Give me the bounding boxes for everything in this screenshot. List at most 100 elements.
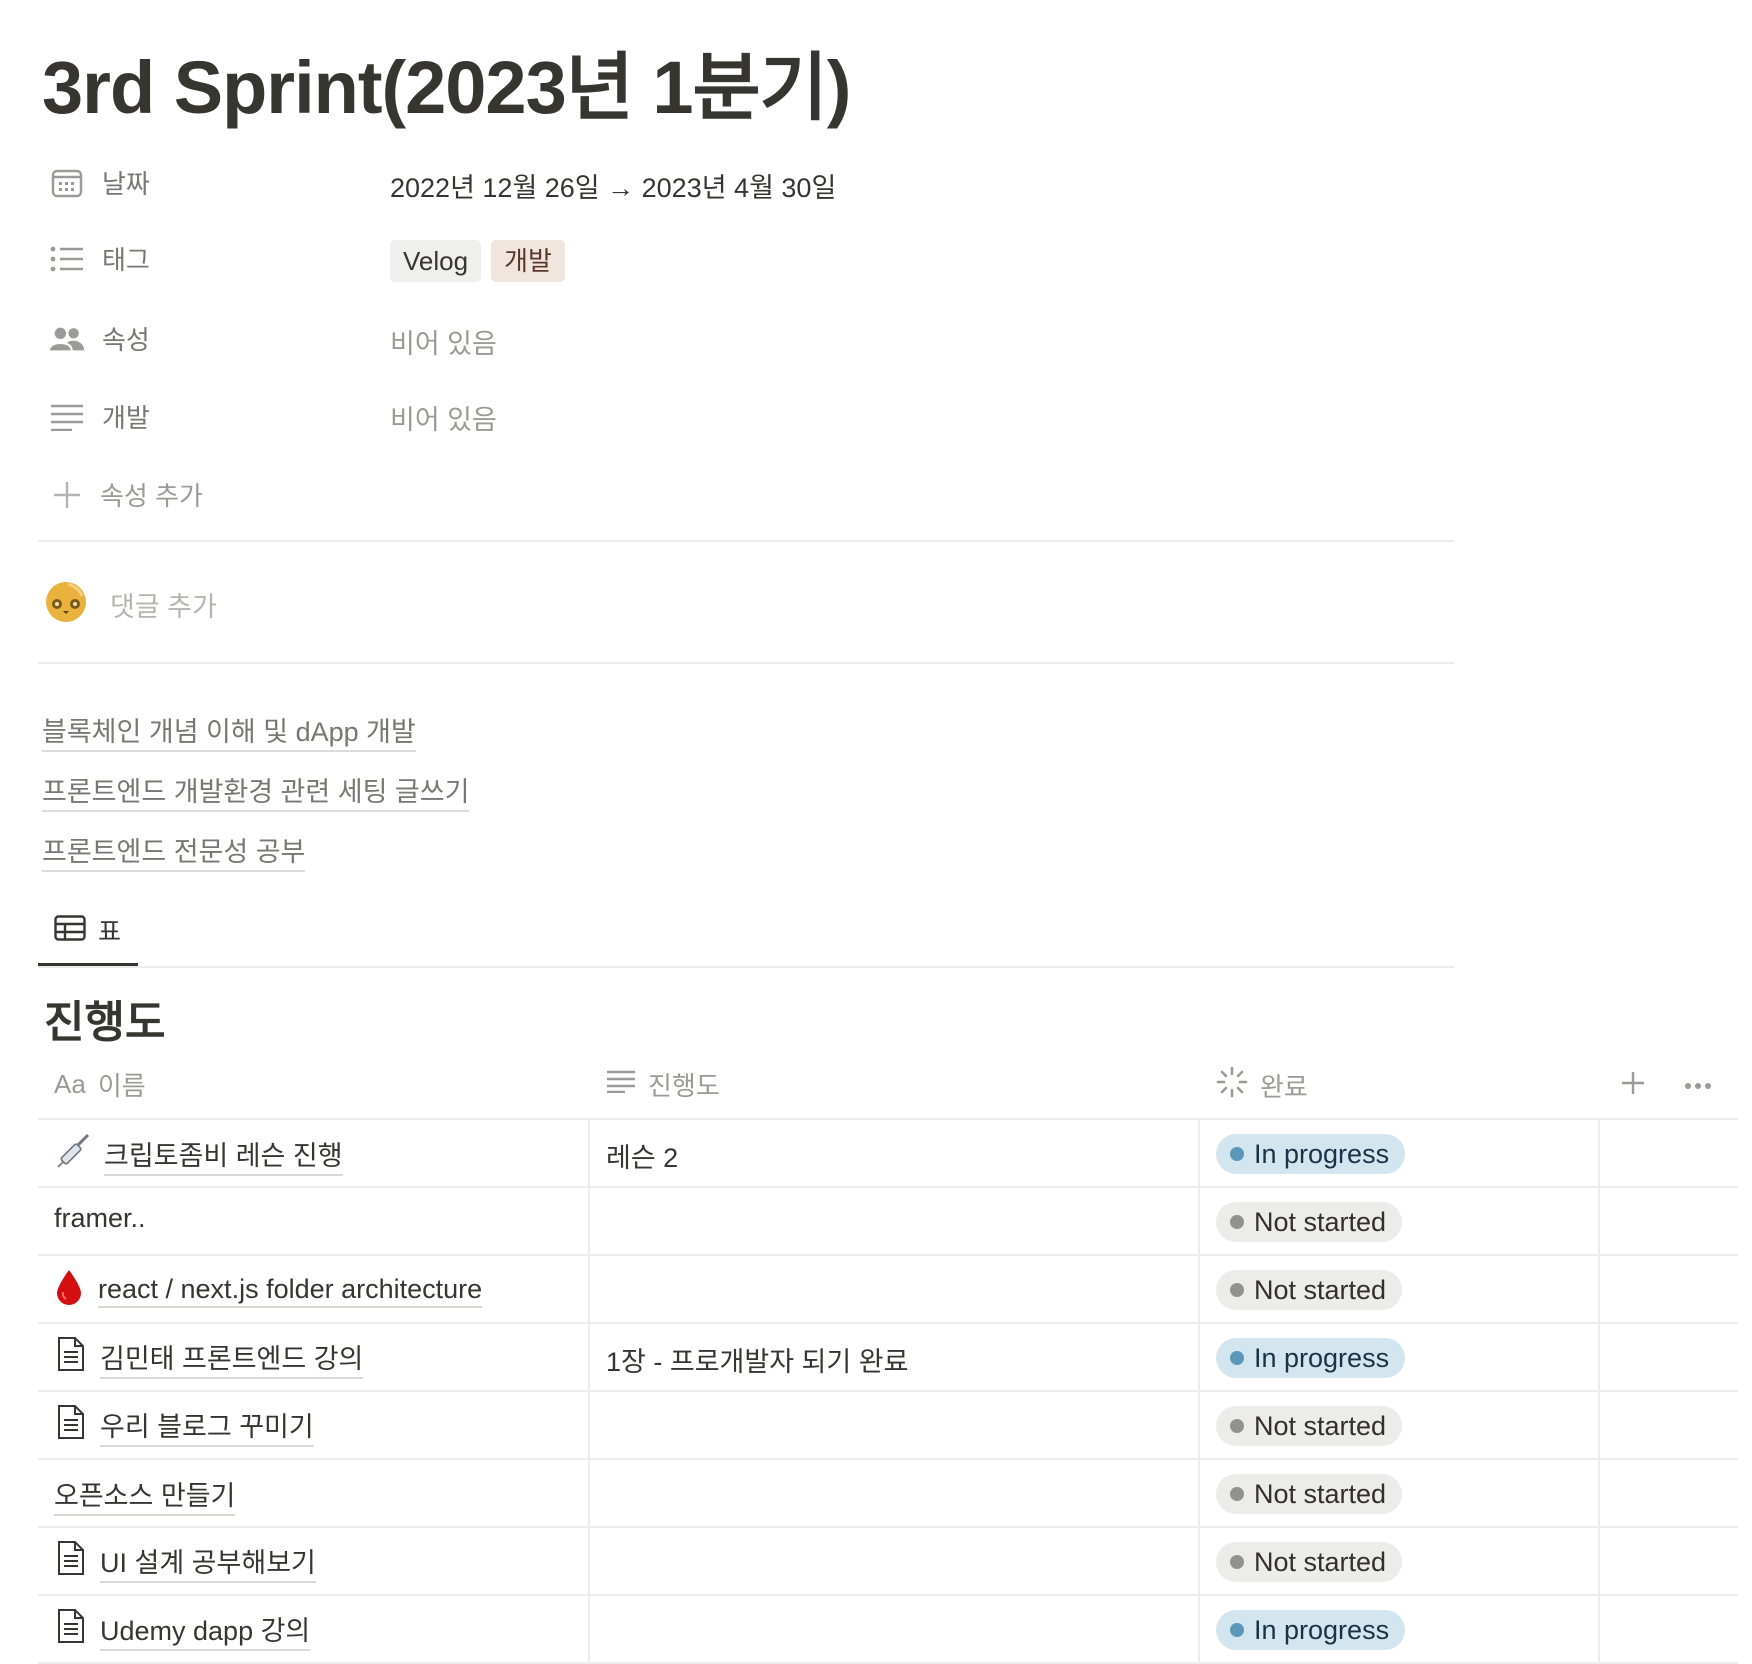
row-divider xyxy=(38,1186,1738,1188)
more-options-button[interactable] xyxy=(1684,1078,1712,1096)
row-name[interactable]: 크립토좀비 레슨 진행 xyxy=(104,1134,343,1176)
status-label: Not started xyxy=(1254,1411,1387,1441)
row-name[interactable]: 김민태 프론트엔드 강의 xyxy=(100,1337,364,1379)
page-icon xyxy=(56,1336,86,1379)
table-row[interactable]: 김민태 프론트엔드 강의 xyxy=(56,1336,364,1379)
property-dev[interactable]: 개발 xyxy=(50,398,150,435)
divider xyxy=(38,966,1454,968)
column-divider xyxy=(1598,1118,1600,1664)
status-dot xyxy=(1230,1215,1244,1229)
row-divider xyxy=(38,1526,1738,1528)
property-label: 날짜 xyxy=(102,169,150,199)
row-progress[interactable]: 1장 - 프로개발자 되기 완료 xyxy=(606,1340,908,1379)
table-row[interactable]: react / next.js folder architecture xyxy=(54,1268,483,1313)
row-name[interactable]: 우리 블로그 꾸미기 xyxy=(100,1405,314,1447)
add-property-label: 속성 추가 xyxy=(100,481,203,511)
divider xyxy=(38,540,1454,542)
column-divider xyxy=(588,1118,590,1664)
row-name[interactable]: Udemy dapp 강의 xyxy=(100,1609,311,1651)
row-divider xyxy=(38,1322,1738,1324)
table-row[interactable]: Udemy dapp 강의 xyxy=(56,1608,311,1651)
property-attribute[interactable]: 속성 xyxy=(50,320,150,357)
column-label: 진행도 xyxy=(648,1071,720,1101)
status-dot xyxy=(1230,1487,1244,1501)
status-dot xyxy=(1230,1555,1244,1569)
status-label: In progress xyxy=(1254,1139,1390,1169)
divider xyxy=(38,662,1454,664)
row-name[interactable]: react / next.js folder architecture xyxy=(98,1274,483,1308)
plus-icon xyxy=(50,478,84,512)
status-dot xyxy=(1230,1419,1244,1433)
column-header-status[interactable]: 완료 xyxy=(1216,1066,1308,1105)
row-divider xyxy=(38,1254,1738,1256)
text-lines-icon xyxy=(50,400,84,434)
row-progress[interactable]: 레슨 2 xyxy=(606,1136,678,1175)
avatar xyxy=(44,580,88,629)
link-item[interactable]: 블록체인 개념 이해 및 dApp 개발 xyxy=(42,710,416,752)
table-row[interactable]: 우리 블로그 꾸미기 xyxy=(56,1404,314,1447)
row-name[interactable]: 오픈소스 만들기 xyxy=(54,1474,236,1516)
row-name[interactable]: framer.. xyxy=(54,1203,146,1235)
column-header-progress[interactable]: 진행도 xyxy=(606,1066,720,1103)
column-label: 이름 xyxy=(97,1071,146,1101)
status-badge[interactable]: In progress xyxy=(1216,1338,1406,1378)
property-label: 속성 xyxy=(102,325,150,355)
add-column-button[interactable] xyxy=(1620,1070,1646,1101)
dev-value[interactable]: 비어 있음 xyxy=(390,398,497,437)
status-label: In progress xyxy=(1254,1343,1390,1373)
status-label: Not started xyxy=(1254,1547,1387,1577)
comment-bar[interactable]: 댓글 추가 xyxy=(44,580,217,629)
status-label: Not started xyxy=(1254,1207,1387,1237)
drop-icon xyxy=(54,1268,84,1313)
status-badge[interactable]: Not started xyxy=(1216,1542,1403,1582)
column-divider xyxy=(1198,1118,1200,1664)
property-tags[interactable]: 태그 xyxy=(50,240,150,277)
tag-dev[interactable]: 개발 xyxy=(491,240,565,282)
property-date[interactable]: 날짜 xyxy=(50,164,150,201)
table-row[interactable]: 오픈소스 만들기 xyxy=(54,1474,236,1516)
table-icon xyxy=(54,914,86,946)
text-type-icon: Aa xyxy=(54,1069,86,1099)
status-badge[interactable]: Not started xyxy=(1216,1202,1403,1242)
date-value[interactable]: 2022년 12월 26일 → 2023년 4월 30일 xyxy=(390,166,836,205)
column-header-name[interactable]: Aa 이름 xyxy=(54,1066,146,1103)
page-icon xyxy=(56,1404,86,1447)
tab-table-view[interactable]: 표 xyxy=(54,912,121,948)
people-icon xyxy=(50,322,84,356)
table-row[interactable]: framer.. xyxy=(54,1203,146,1235)
table-row[interactable]: UI 설계 공부해보기 xyxy=(56,1540,316,1583)
property-label: 개발 xyxy=(102,403,150,433)
status-label: Not started xyxy=(1254,1479,1387,1509)
status-badge[interactable]: Not started xyxy=(1216,1270,1403,1310)
status-badge[interactable]: Not started xyxy=(1216,1474,1403,1514)
page-title[interactable]: 3rd Sprint(2023년 1분기) xyxy=(42,28,851,135)
row-divider xyxy=(38,1594,1738,1596)
status-label: In progress xyxy=(1254,1615,1390,1645)
table-row[interactable]: 크립토좀비 레슨 진행 xyxy=(54,1133,343,1176)
attribute-value[interactable]: 비어 있음 xyxy=(390,322,497,361)
tags-value[interactable]: Velog 개발 xyxy=(390,240,575,282)
property-label: 태그 xyxy=(102,245,150,275)
status-spinner-icon xyxy=(1216,1066,1248,1105)
status-dot xyxy=(1230,1283,1244,1297)
add-property-button[interactable]: 속성 추가 xyxy=(50,476,203,513)
row-name[interactable]: UI 설계 공부해보기 xyxy=(100,1541,316,1583)
row-divider xyxy=(38,1118,1738,1120)
text-lines-icon xyxy=(606,1069,636,1100)
page-icon xyxy=(56,1608,86,1651)
more-icon xyxy=(1685,1083,1711,1089)
calendar-icon xyxy=(50,166,84,200)
tag-velog[interactable]: Velog xyxy=(390,240,482,282)
status-badge[interactable]: Not started xyxy=(1216,1406,1403,1446)
comment-input[interactable]: 댓글 추가 xyxy=(110,585,217,624)
database-title[interactable]: 진행도 xyxy=(44,986,165,1050)
row-divider xyxy=(38,1458,1738,1460)
status-label: Not started xyxy=(1254,1275,1387,1305)
status-badge[interactable]: In progress xyxy=(1216,1134,1406,1174)
link-item[interactable]: 프론트엔드 개발환경 관련 세팅 글쓰기 xyxy=(42,770,470,812)
status-badge[interactable]: In progress xyxy=(1216,1610,1406,1650)
page-icon xyxy=(56,1540,86,1583)
syringe-icon xyxy=(54,1133,90,1176)
link-item[interactable]: 프론트엔드 전문성 공부 xyxy=(42,830,306,872)
status-dot xyxy=(1230,1147,1244,1161)
